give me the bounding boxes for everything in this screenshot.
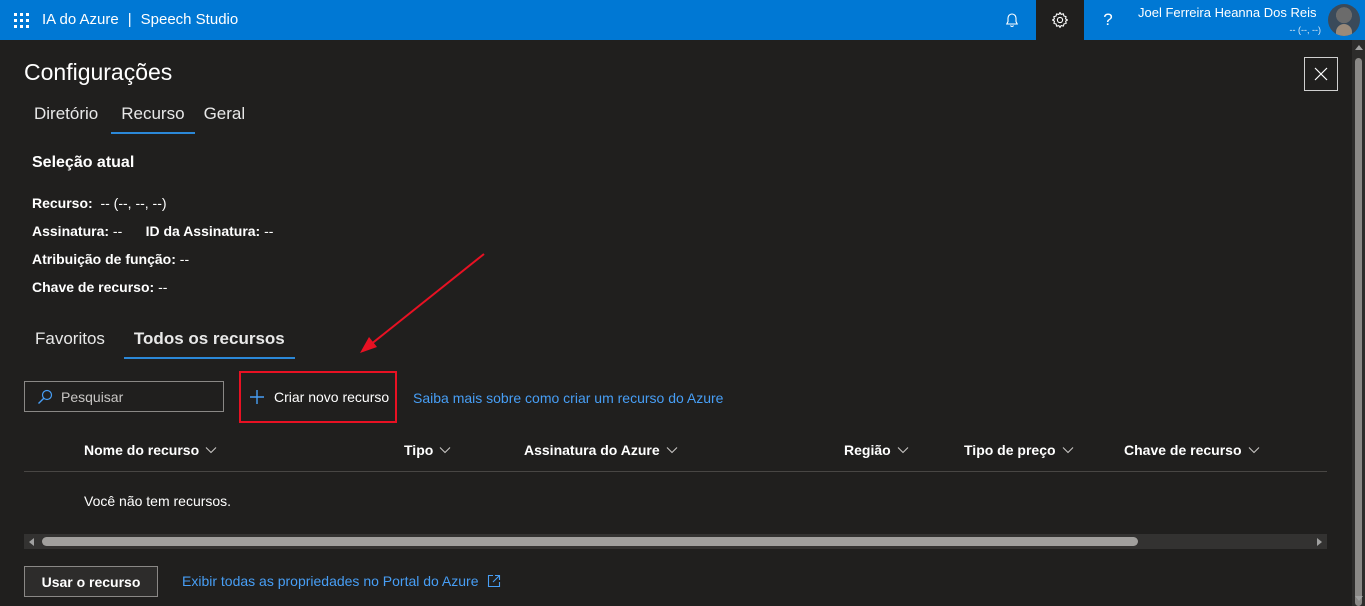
bell-icon (1005, 13, 1019, 28)
use-resource-button[interactable]: Usar o recurso (24, 566, 158, 597)
subscription-id-label: ID da Assinatura: (145, 223, 261, 239)
vertical-scrollbar-thumb[interactable] (1355, 58, 1362, 606)
column-header-region[interactable]: Região (844, 442, 909, 458)
role-info-row: Atribuição de função: -- (32, 251, 189, 267)
role-label: Atribuição de função: (32, 251, 176, 267)
avatar[interactable] (1328, 4, 1360, 36)
tab-geral[interactable]: Geral (194, 100, 256, 134)
resource-info-row: Recurso: -- (--, --, --) (32, 195, 167, 211)
settings-tabs: Diretório Recurso Geral (24, 100, 255, 134)
help-icon: ? (1103, 10, 1113, 29)
create-resource-button[interactable]: Criar novo recurso (239, 371, 397, 423)
portal-link-label: Exibir todas as propriedades no Portal d… (182, 573, 479, 589)
app-name[interactable]: IA do Azure (42, 11, 119, 28)
settings-button[interactable] (1036, 0, 1084, 40)
annotation-arrow (360, 253, 485, 353)
plus-icon (250, 390, 264, 404)
close-button[interactable] (1304, 57, 1338, 91)
portal-link[interactable]: Exibir todas as propriedades no Portal d… (182, 573, 501, 589)
column-header-resource-key[interactable]: Chave de recurso (1124, 442, 1260, 458)
role-value: -- (179, 251, 190, 267)
search-input[interactable] (61, 388, 211, 405)
chevron-down-icon (666, 447, 678, 454)
top-bar: IA do Azure | Speech Studio ? Joel Ferreir… (0, 0, 1365, 40)
key-info-row: Chave de recurso: -- (32, 279, 167, 295)
column-header-label: Chave de recurso (1124, 442, 1242, 458)
search-box[interactable] (24, 381, 224, 412)
subscription-info-row: Assinatura: -- ID da Assinatura: -- (32, 223, 273, 239)
column-header-label: Nome do recurso (84, 442, 200, 458)
chevron-down-icon (1248, 447, 1259, 454)
tab-diretorio[interactable]: Diretório (24, 100, 108, 134)
subscription-value: -- (112, 223, 123, 239)
search-icon (37, 389, 53, 405)
scroll-left-icon[interactable] (29, 538, 34, 546)
resource-value: -- (--, --, --) (100, 195, 167, 211)
table-header: Nome do recurso Tipo Assinatura do Azure… (24, 432, 1327, 472)
column-header-label: Tipo (404, 442, 434, 458)
horizontal-scrollbar[interactable] (24, 534, 1327, 549)
subscription-label: Assinatura: (32, 223, 110, 239)
resource-tabs: Favoritos Todos os recursos (25, 325, 295, 359)
resource-label: Recurso: (32, 195, 93, 211)
page-title: Configurações (24, 59, 173, 85)
gear-icon (1051, 11, 1069, 29)
app-title[interactable]: IA do Azure | Speech Studio (42, 11, 238, 28)
close-icon (1314, 67, 1328, 81)
user-name[interactable]: Joel Ferreira Heanna Dos Reis (1138, 5, 1316, 20)
column-header-label: Região (844, 442, 891, 458)
column-header-type[interactable]: Tipo (404, 442, 451, 458)
product-name[interactable]: Speech Studio (141, 11, 239, 28)
create-resource-label: Criar novo recurso (274, 389, 390, 405)
learn-more-link[interactable]: Saiba mais sobre como criar um recurso d… (413, 390, 723, 406)
title-separator: | (127, 11, 132, 28)
vertical-scrollbar[interactable] (1352, 40, 1365, 606)
tab-recurso[interactable]: Recurso (111, 100, 195, 134)
column-header-label: Tipo de preço (964, 442, 1056, 458)
key-label: Chave de recurso: (32, 279, 155, 295)
scroll-up-icon[interactable] (1355, 45, 1363, 50)
chevron-down-icon (439, 447, 451, 454)
column-header-name[interactable]: Nome do recurso (84, 442, 217, 458)
scrollbar-thumb[interactable] (42, 537, 1138, 546)
chevron-down-icon (1062, 447, 1073, 454)
scroll-right-icon[interactable] (1317, 538, 1322, 546)
scroll-down-icon[interactable] (1355, 596, 1363, 601)
subscription-id-value: -- (264, 223, 274, 239)
help-button[interactable]: ? (1084, 0, 1132, 40)
empty-table-message: Você não tem recursos. (84, 493, 232, 509)
chevron-down-icon (897, 447, 909, 454)
notifications-button[interactable] (988, 0, 1036, 40)
user-subtext: -- (--, --) (1289, 25, 1321, 35)
current-selection-title: Seleção atual (32, 154, 135, 171)
external-link-icon (487, 574, 500, 588)
column-header-subscription[interactable]: Assinatura do Azure (524, 442, 678, 458)
chevron-down-icon (205, 447, 217, 454)
column-header-pricing-tier[interactable]: Tipo de preço (964, 442, 1074, 458)
app-launcher-icon[interactable] (14, 13, 30, 29)
key-value: -- (158, 279, 168, 295)
tab-todos-os-recursos[interactable]: Todos os recursos (123, 325, 295, 359)
column-header-label: Assinatura do Azure (524, 442, 660, 458)
tab-favoritos[interactable]: Favoritos (25, 325, 115, 359)
